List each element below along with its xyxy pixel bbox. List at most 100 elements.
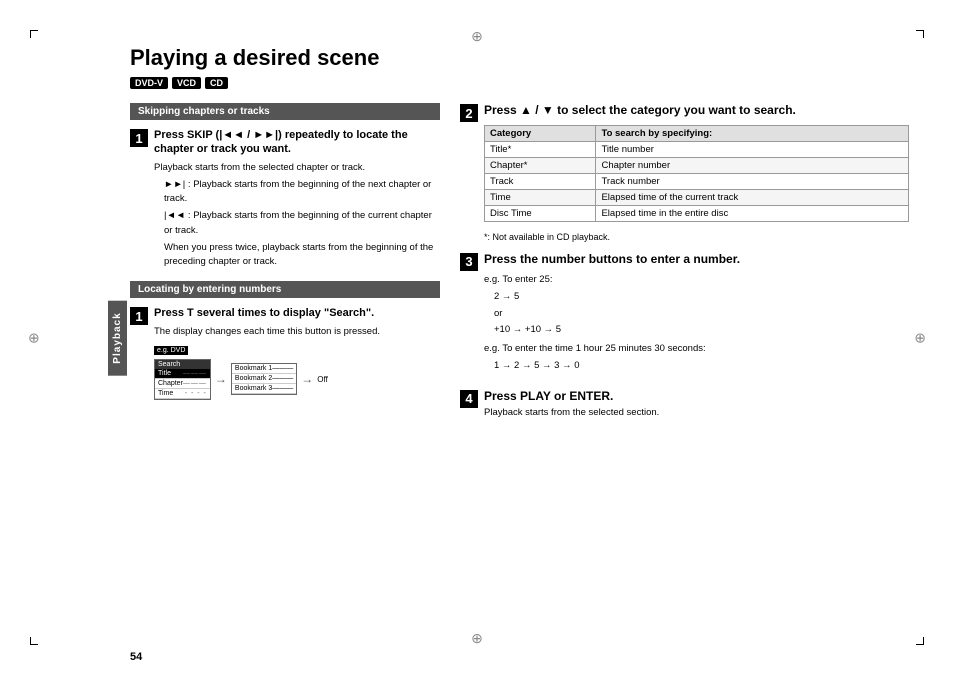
bookmark-3-item: Bookmark 3 ——— — [232, 384, 296, 394]
off-label: Off — [317, 375, 328, 384]
badge-vcd: VCD — [172, 77, 201, 89]
table-cell-track-val: Track number — [596, 173, 909, 189]
menu-item-chapter-dots: ——— — [183, 380, 207, 387]
bookmark-3-dots: ——— — [272, 385, 293, 392]
skip-bullet-2: When you press twice, playback starts fr… — [154, 241, 440, 270]
step-locate-1: 1 Press T several times to display "Sear… — [130, 306, 440, 400]
skip-body-intro: Playback starts from the selected chapte… — [154, 161, 440, 175]
step-skip-1: 1 Press SKIP (|◄◄ / ►►|) repeatedly to l… — [130, 128, 440, 273]
bookmark-1-dots: ——— — [272, 365, 293, 372]
step-num-locate-1: 1 — [130, 307, 148, 325]
bookmark-2-item: Bookmark 2 ——— — [232, 374, 296, 384]
menu-item-time-dots: - - - - — [185, 390, 207, 397]
step-3-body: e.g. To enter 25: 2 → 5 or +10 → +10 → 5… — [484, 273, 909, 374]
menu-item-chapter-label: Chapter — [158, 380, 183, 387]
step-4-title: Press PLAY or ENTER. — [484, 389, 909, 403]
menu-bookmarks: Bookmark 1 ——— Bookmark 2 ——— Bookmark 3… — [231, 363, 297, 395]
menu-item-chapter: Chapter ——— — [155, 379, 210, 389]
step-3-content: Press the number buttons to enter a numb… — [484, 252, 909, 379]
table-cell-track-cat: Track — [485, 173, 596, 189]
table-footnote: *: Not available in CD playback. — [484, 232, 909, 242]
left-column: Skipping chapters or tracks 1 Press SKIP… — [130, 103, 440, 628]
corner-tl — [30, 30, 38, 38]
search-table: Category To search by specifying: Title*… — [484, 125, 909, 222]
locate-body-text: The display changes each time this butto… — [154, 325, 440, 339]
example-1-line-2: +10 → +10 → 5 — [494, 323, 909, 337]
step-num-1: 1 — [130, 129, 148, 147]
corner-bl — [30, 637, 38, 645]
menu-item-time-label: Time — [158, 390, 173, 397]
table-cell-time-cat: Time — [485, 189, 596, 205]
step-num-2: 2 — [460, 104, 478, 122]
step-2-title: Press ▲ / ▼ to select the category you w… — [484, 103, 909, 119]
bookmark-1-label: Bookmark 1 — [235, 365, 272, 372]
section-skip-header: Skipping chapters or tracks — [130, 103, 440, 120]
diagram-arrow-1: → — [215, 372, 227, 386]
main-content: Playing a desired scene DVD-V VCD CD Ski… — [130, 45, 909, 630]
bookmark-3-label: Bookmark 3 — [235, 385, 272, 392]
table-cell-time-val: Elapsed time of the current track — [596, 189, 909, 205]
side-tab: Playback — [108, 300, 127, 375]
example-1-label: e.g. To enter 25: — [484, 273, 909, 287]
dvd-label: e.g. DVD — [154, 346, 188, 355]
table-row: Chapter* Chapter number — [485, 157, 909, 173]
example-1-line-1: or — [494, 307, 909, 321]
right-column: 2 Press ▲ / ▼ to select the category you… — [460, 103, 909, 628]
table-cell-chapter-cat: Chapter* — [485, 157, 596, 173]
table-row: Time Elapsed time of the current track — [485, 189, 909, 205]
crosshair-top: ⊕ — [471, 28, 483, 45]
example-2-line-0: 1 → 2 → 5 → 3 → 0 — [494, 359, 909, 373]
menu-search: Search Title ——— Chapter ——— — [154, 359, 211, 400]
step-skip-1-title: Press SKIP (|◄◄ / ►►|) repeatedly to loc… — [154, 128, 440, 157]
crosshair-bottom: ⊕ — [471, 630, 483, 647]
menu-item-title-label: Title — [158, 370, 171, 377]
table-cell-title-cat: Title* — [485, 141, 596, 157]
step-2-content: Press ▲ / ▼ to select the category you w… — [484, 103, 909, 242]
two-col-layout: Skipping chapters or tracks 1 Press SKIP… — [130, 103, 909, 628]
step-num-4: 4 — [460, 390, 478, 408]
badge-cd: CD — [205, 77, 228, 89]
corner-tr — [916, 30, 924, 38]
bookmark-1-item: Bookmark 1 ——— — [232, 364, 296, 374]
page-number: 54 — [130, 651, 142, 663]
table-header-search: To search by specifying: — [596, 125, 909, 141]
menu-item-title: Title ——— — [155, 369, 210, 379]
page-title: Playing a desired scene — [130, 45, 909, 71]
format-badges: DVD-V VCD CD — [130, 77, 909, 89]
step-skip-1-body: Playback starts from the selected chapte… — [154, 161, 440, 270]
crosshair-right: ⊕ — [914, 329, 926, 346]
step-4: 4 Press PLAY or ENTER. Playback starts f… — [460, 389, 909, 418]
table-cell-disctime-val: Elapsed time in the entire disc — [596, 205, 909, 221]
example-1: e.g. To enter 25: 2 → 5 or +10 → +10 → 5 — [484, 273, 909, 337]
bookmark-2-label: Bookmark 2 — [235, 375, 272, 382]
step-locate-1-content: Press T several times to display "Search… — [154, 306, 440, 400]
skip-bullet-1: |◄◄ : Playback starts from the beginning… — [154, 209, 440, 238]
table-cell-disctime-cat: Disc Time — [485, 205, 596, 221]
example-2: e.g. To enter the time 1 hour 25 minutes… — [484, 342, 909, 374]
corner-br — [916, 637, 924, 645]
table-cell-chapter-val: Chapter number — [596, 157, 909, 173]
table-row: Title* Title number — [485, 141, 909, 157]
step-3: 3 Press the number buttons to enter a nu… — [460, 252, 909, 379]
menu-item-title-dots: ——— — [183, 370, 207, 377]
step-4-content: Press PLAY or ENTER. Playback starts fro… — [484, 389, 909, 418]
step-skip-1-content: Press SKIP (|◄◄ / ►►|) repeatedly to loc… — [154, 128, 440, 273]
bookmark-2-dots: ——— — [272, 375, 293, 382]
menu-item-time: Time - - - - — [155, 389, 210, 399]
table-row: Track Track number — [485, 173, 909, 189]
step-2: 2 Press ▲ / ▼ to select the category you… — [460, 103, 909, 242]
table-row: Disc Time Elapsed time in the entire dis… — [485, 205, 909, 221]
diagram-arrow-2: → — [301, 372, 313, 386]
badge-dvdv: DVD-V — [130, 77, 168, 89]
step-4-body: Playback starts from the selected sectio… — [484, 407, 909, 418]
step-locate-1-title: Press T several times to display "Search… — [154, 306, 440, 320]
step-locate-1-body: The display changes each time this butto… — [154, 325, 440, 339]
skip-bullet-0: ►►| : Playback starts from the beginning… — [154, 178, 440, 207]
step-num-3: 3 — [460, 253, 478, 271]
menu-search-header: Search — [155, 360, 210, 369]
step-3-title: Press the number buttons to enter a numb… — [484, 252, 909, 268]
example-2-label: e.g. To enter the time 1 hour 25 minutes… — [484, 342, 909, 356]
table-header-category: Category — [485, 125, 596, 141]
table-cell-title-val: Title number — [596, 141, 909, 157]
crosshair-left: ⊕ — [28, 329, 40, 346]
